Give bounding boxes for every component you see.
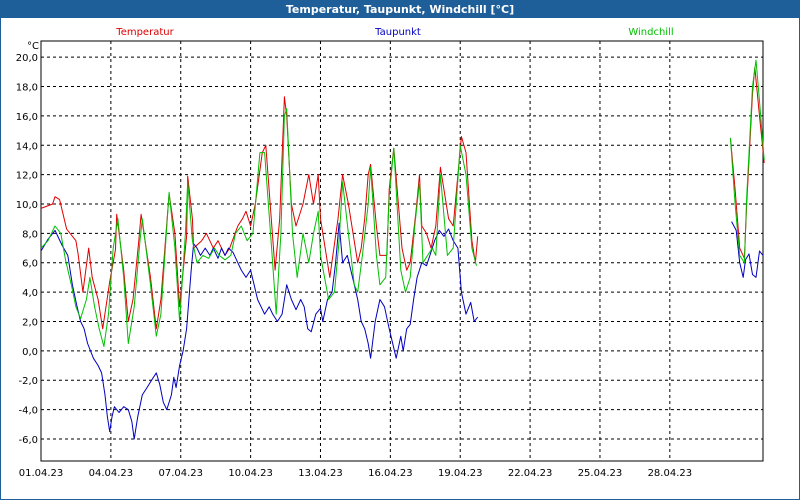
plot-area [40, 40, 764, 462]
y-tick-label: 8,0 [22, 229, 38, 240]
chart-window: Temperatur, Taupunkt, Windchill [°C] -6,… [0, 0, 800, 500]
y-tick-label: 0,0 [22, 347, 38, 358]
x-axis-ticks: 01.04.23 04.04.23 07.04.23 10.04.23 13.04.23… [19, 468, 692, 479]
x-tick-label: 07.04.23 [158, 468, 203, 479]
x-tick-label: 22.04.23 [508, 468, 553, 479]
y-tick-label: -6,0 [18, 435, 38, 446]
x-tick-label: 01.04.23 [19, 468, 64, 479]
y-tick-label: 18,0 [16, 83, 38, 94]
x-tick-label: 19.04.23 [438, 468, 483, 479]
y-tick-label: 4,0 [22, 288, 38, 299]
y-tick-label: 2,0 [22, 317, 38, 328]
y-axis-ticks: -6,0 -4,0 -2,0 0,0 2,0 4,0 6,0 8,0 10,0 12,0 14,0 1… [16, 53, 38, 446]
x-tick-label: 28.04.23 [648, 468, 693, 479]
x-tick-label: 16.04.23 [368, 468, 413, 479]
chart-canvas: -6,0 -4,0 -2,0 0,0 2,0 4,0 6,0 8,0 10,0 12,0 14,0 1… [16, 27, 765, 479]
x-tick-label: 25.04.23 [578, 468, 623, 479]
y-tick-label: 10,0 [16, 200, 38, 211]
y-tick-label: 20,0 [16, 53, 38, 64]
legend-item-temperatur: Temperatur [115, 27, 174, 38]
legend: Temperatur Taupunkt Windchill [115, 27, 673, 38]
y-tick-label: -2,0 [18, 376, 38, 387]
legend-item-taupunkt: Taupunkt [374, 27, 421, 38]
x-tick-label: 10.04.23 [228, 468, 273, 479]
y-tick-label: 14,0 [16, 141, 38, 152]
legend-item-windchill: Windchill [628, 27, 673, 38]
y-tick-label: 12,0 [16, 171, 38, 182]
x-tick-label: 13.04.23 [298, 468, 343, 479]
y-tick-label: 16,0 [16, 112, 38, 123]
y-tick-label: 6,0 [22, 259, 38, 270]
y-tick-label: -4,0 [18, 406, 38, 417]
y-axis-unit-label: °C [27, 41, 39, 52]
x-tick-label: 04.04.23 [89, 468, 134, 479]
